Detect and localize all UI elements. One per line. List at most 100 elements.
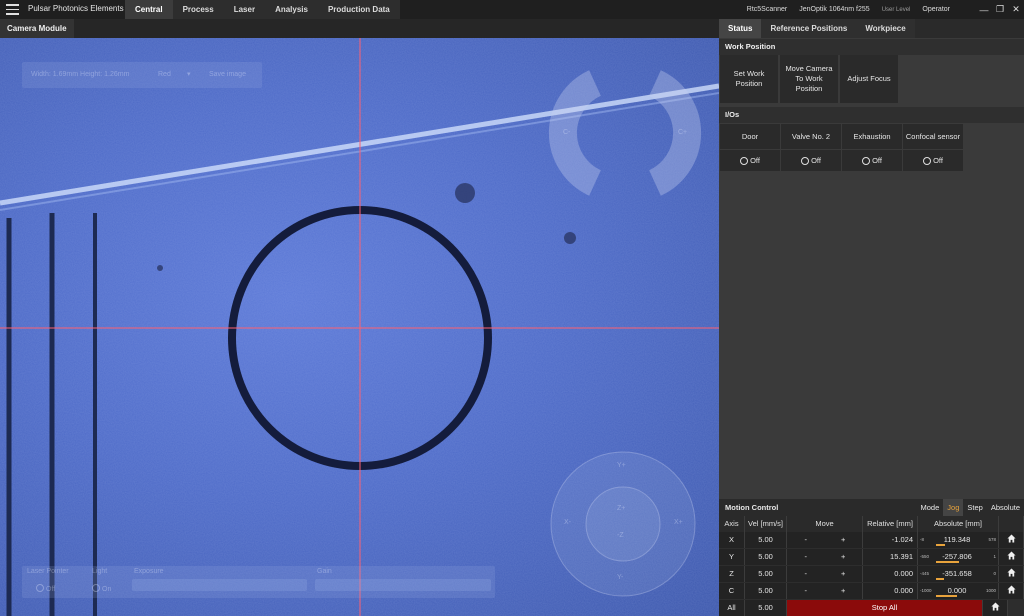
- tab-status[interactable]: Status: [719, 19, 762, 38]
- motion-axis-row: X 5.00- + -1.024 -8 119.348 578: [719, 532, 1024, 548]
- home-axis-button[interactable]: [999, 532, 1024, 548]
- axis-min-label: -1000: [920, 588, 932, 593]
- jog-plus-button[interactable]: +: [825, 566, 863, 582]
- nav-process[interactable]: Process: [172, 0, 224, 19]
- stop-all-button[interactable]: Stop All: [787, 600, 983, 616]
- restore-icon[interactable]: ❐: [992, 0, 1008, 19]
- minimize-icon[interactable]: —: [976, 0, 992, 19]
- tab-workpiece[interactable]: Workpiece: [856, 19, 915, 38]
- crosshair-color-select[interactable]: Red: [158, 71, 171, 78]
- exposure-slider[interactable]: [132, 579, 307, 591]
- chevron-down-icon: ▾: [187, 71, 191, 78]
- mode-step[interactable]: Step: [963, 499, 986, 516]
- axis-relative-value: 15.391: [863, 549, 918, 565]
- main-nav: Central Process Laser Analysis Productio…: [125, 0, 400, 19]
- axis-position-bar: [936, 578, 944, 580]
- col-abs: Absolute [mm]: [918, 516, 999, 532]
- axis-velocity-input[interactable]: 5.00: [745, 549, 787, 565]
- io-valve-label: Valve No. 2: [781, 124, 841, 149]
- z-plus-button[interactable]: Z+: [617, 505, 625, 512]
- radio-icon: [862, 156, 871, 165]
- top-bar: Pulsar Photonics Elements Central Proces…: [0, 0, 1024, 19]
- radio-icon: [923, 156, 932, 165]
- save-image-button[interactable]: Save image: [209, 71, 246, 78]
- home-icon: [1006, 585, 1016, 594]
- jog-plus-button[interactable]: +: [825, 549, 863, 565]
- axis-relative-value: 0.000: [863, 583, 918, 599]
- home-all-button[interactable]: [983, 600, 1008, 616]
- mode-absolute[interactable]: Absolute: [987, 499, 1024, 516]
- jog-minus-button[interactable]: -: [787, 583, 825, 599]
- axis-velocity-input[interactable]: 5.00: [745, 566, 787, 582]
- axis-absolute[interactable]: -8 119.348 578: [918, 532, 999, 548]
- home-axis-button[interactable]: [999, 583, 1024, 599]
- io-exhaustion-state-text: Off: [872, 155, 882, 165]
- io-valve-state[interactable]: Off: [781, 150, 841, 171]
- axis-relative-value: -1.024: [863, 532, 918, 548]
- adjust-focus-button[interactable]: Adjust Focus: [840, 55, 898, 103]
- jog-plus-button[interactable]: +: [825, 532, 863, 548]
- axis-relative-value: 0.000: [863, 566, 918, 582]
- x-plus-button[interactable]: X+: [674, 519, 683, 526]
- io-confocal-state[interactable]: Off: [903, 150, 963, 171]
- axis-max-label: 1: [993, 554, 996, 559]
- gain-slider[interactable]: [315, 579, 491, 591]
- axis-move-controls: - +: [787, 532, 863, 548]
- axis-max-label: 1000: [985, 588, 996, 593]
- scanner-label: Rtc5Scanner: [746, 6, 788, 13]
- nav-production-data[interactable]: Production Data: [317, 0, 400, 19]
- jog-minus-button[interactable]: -: [787, 549, 825, 565]
- motion-all-row: All 5.00 Stop All: [719, 600, 1024, 616]
- laser-pointer-state: Off: [46, 586, 56, 593]
- x-minus-button[interactable]: X-: [564, 519, 571, 526]
- axis-label: C: [719, 583, 745, 599]
- light-toggle[interactable]: On: [92, 584, 111, 593]
- axis-velocity-input[interactable]: 5.00: [745, 532, 787, 548]
- axis-move-controls: - +: [787, 566, 863, 582]
- tab-reference-positions[interactable]: Reference Positions: [761, 19, 857, 38]
- jog-minus-button[interactable]: -: [787, 532, 825, 548]
- work-position-header: Work Position: [719, 39, 1024, 55]
- camera-dimensions: Width: 1.69mm Height: 1.26mm: [31, 71, 130, 78]
- c-minus-button[interactable]: C-: [563, 129, 570, 136]
- col-vel: Vel [mm/s]: [745, 516, 787, 532]
- io-door-state[interactable]: Off: [720, 150, 780, 171]
- home-axis-button[interactable]: [999, 549, 1024, 565]
- set-work-position-button[interactable]: Set Work Position: [720, 55, 778, 103]
- axis-move-controls: - +: [787, 549, 863, 565]
- axis-absolute[interactable]: -1000 0.000 1000: [918, 583, 999, 599]
- move-camera-to-work-position-button[interactable]: Move Camera To Work Position: [780, 55, 838, 103]
- close-icon[interactable]: ✕: [1008, 0, 1024, 19]
- jog-plus-button[interactable]: +: [825, 583, 863, 599]
- c-plus-button[interactable]: C+: [678, 129, 687, 136]
- exposure-label: Exposure: [134, 568, 164, 575]
- laser-pointer-label: Laser Pointer: [27, 568, 69, 575]
- nav-central[interactable]: Central: [125, 0, 173, 19]
- axis-label: Z: [719, 566, 745, 582]
- mode-selector: Mode Jog Step Absolute: [917, 499, 1024, 516]
- z-minus-button[interactable]: -Z: [617, 532, 624, 539]
- axis-velocity-input[interactable]: 5.00: [745, 583, 787, 599]
- y-minus-button[interactable]: Y-: [617, 574, 623, 581]
- camera-view[interactable]: Width: 1.69mm Height: 1.26mm Red ▾ Save …: [0, 38, 719, 616]
- mode-jog[interactable]: Jog: [943, 499, 964, 516]
- tab-camera-module[interactable]: Camera Module: [0, 19, 74, 38]
- axis-absolute[interactable]: -550 -257.806 1: [918, 549, 999, 565]
- nav-analysis[interactable]: Analysis: [265, 0, 318, 19]
- home-icon: [1006, 534, 1016, 543]
- io-confocal-label: Confocal sensor: [903, 124, 963, 149]
- jog-minus-button[interactable]: -: [787, 566, 825, 582]
- nav-laser[interactable]: Laser: [223, 0, 266, 19]
- io-exhaustion-state[interactable]: Off: [842, 150, 902, 171]
- io-confocal-state-text: Off: [933, 155, 943, 165]
- home-axis-button[interactable]: [999, 566, 1024, 582]
- y-plus-button[interactable]: Y+: [617, 462, 626, 469]
- axis-absolute[interactable]: -445 -351.658 0: [918, 566, 999, 582]
- user-level-value[interactable]: Operator: [922, 6, 950, 13]
- right-panel: Status Reference Positions Workpiece Wor…: [719, 19, 1024, 616]
- io-exhaustion-label: Exhaustion: [842, 124, 902, 149]
- axis-all-vel[interactable]: 5.00: [745, 600, 787, 616]
- home-icon: [1006, 568, 1016, 577]
- laser-pointer-toggle[interactable]: Off: [36, 584, 55, 593]
- hamburger-menu-icon[interactable]: [6, 4, 19, 15]
